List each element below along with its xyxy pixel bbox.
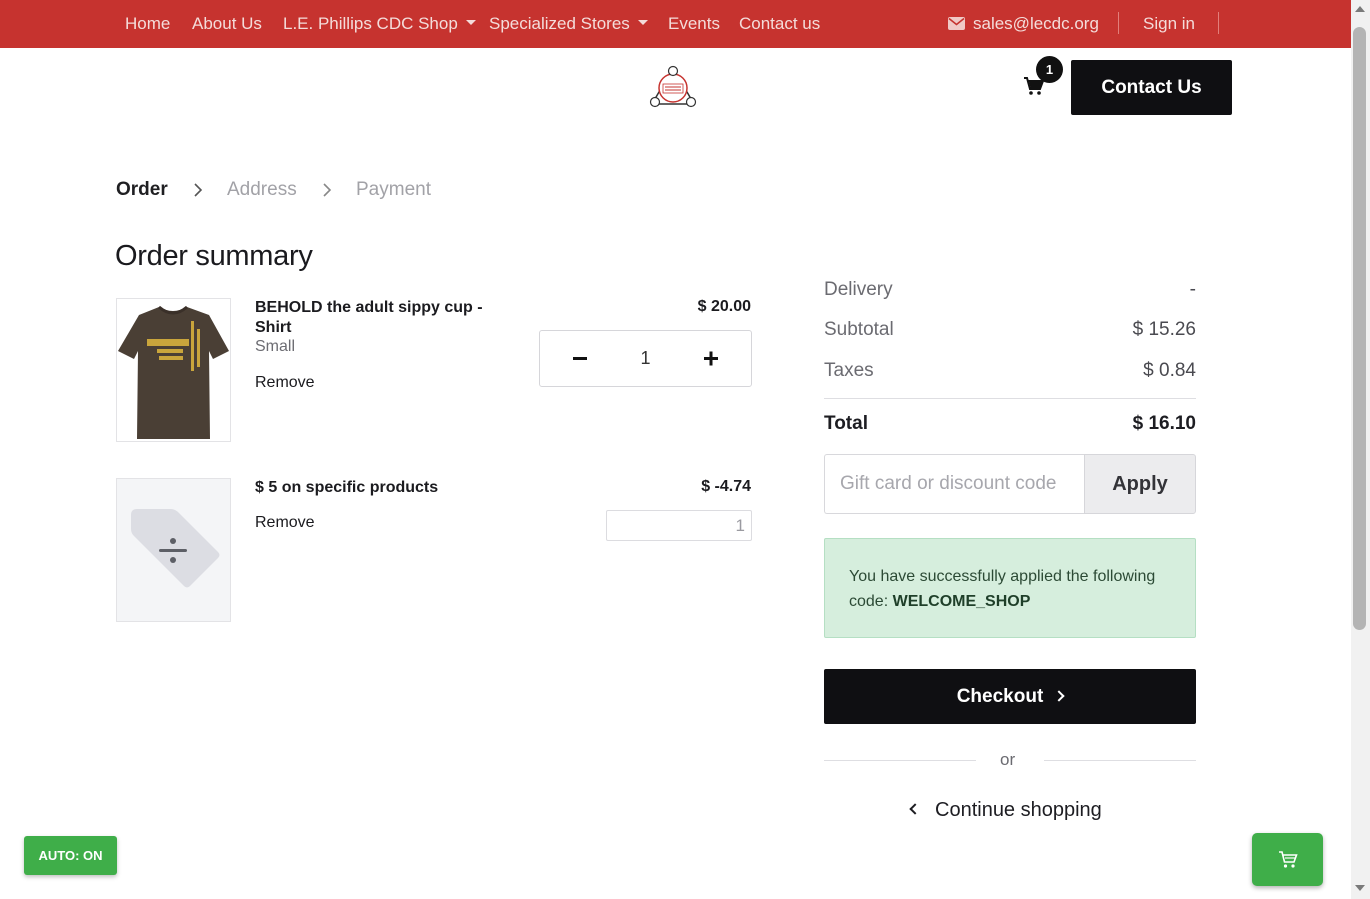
product-variant: Small	[255, 338, 296, 355]
nav-specialized-stores[interactable]: Specialized Stores	[489, 13, 648, 35]
nav-cdc-shop[interactable]: L.E. Phillips CDC Shop	[283, 13, 476, 35]
nav-divider	[1218, 12, 1219, 34]
floating-cart-button[interactable]	[1252, 833, 1323, 886]
caret-down-icon	[465, 20, 476, 25]
divider	[824, 398, 1196, 399]
promo-success-alert: You have successfully applied the follow…	[824, 538, 1196, 638]
item-price: $ 20.00	[697, 298, 751, 315]
scroll-down-arrow-icon[interactable]	[1355, 885, 1365, 891]
step-address[interactable]: Address	[227, 178, 297, 202]
auto-toggle-button[interactable]: AUTO: ON	[24, 836, 117, 875]
continue-shopping-label: Continue shopping	[935, 799, 1102, 821]
checkout-button[interactable]: Checkout	[824, 669, 1196, 724]
nav-divider	[1118, 12, 1119, 34]
nav-home[interactable]: Home	[125, 13, 170, 35]
step-order: Order	[116, 179, 168, 200]
contact-us-button[interactable]: Contact Us	[1071, 60, 1232, 115]
remove-discount-button[interactable]: Remove	[255, 514, 315, 532]
discount-image	[116, 478, 231, 622]
nav-contact-us[interactable]: Contact us	[739, 13, 820, 35]
discount-price: $ -4.74	[701, 478, 751, 495]
nav-specialized-stores-label: Specialized Stores	[489, 14, 630, 33]
scroll-up-arrow-icon[interactable]	[1355, 6, 1365, 12]
top-navbar: Home About Us L.E. Phillips CDC Shop Spe…	[0, 0, 1351, 48]
nav-about-us[interactable]: About Us	[192, 13, 262, 35]
delivery-label: Delivery	[824, 279, 893, 300]
plus-icon[interactable]	[681, 331, 741, 386]
or-separator: or	[1000, 750, 1016, 769]
delivery-value: -	[1189, 279, 1196, 300]
chevron-left-icon	[909, 803, 921, 815]
divider	[824, 760, 976, 761]
quantity-input[interactable]	[610, 345, 681, 372]
chevron-right-icon	[1053, 690, 1065, 702]
continue-shopping-link[interactable]: Continue shopping	[909, 799, 1102, 822]
promo-code-input[interactable]	[824, 454, 1085, 514]
subtotal-value: $ 15.26	[1132, 319, 1196, 340]
chevron-right-icon	[323, 183, 332, 197]
cart-count-badge: 1	[1036, 56, 1063, 83]
product-image[interactable]	[116, 298, 231, 442]
discount-quantity: 1	[606, 510, 752, 541]
sign-in-link[interactable]: Sign in	[1143, 13, 1195, 35]
scrollbar-thumb[interactable]	[1353, 27, 1366, 630]
taxes-label: Taxes	[824, 360, 874, 381]
chevron-right-icon	[194, 183, 203, 197]
caret-down-icon	[637, 20, 648, 25]
step-payment[interactable]: Payment	[356, 178, 431, 202]
nav-events[interactable]: Events	[668, 13, 720, 35]
discount-tag-icon	[131, 509, 220, 588]
envelope-icon	[948, 17, 965, 30]
quantity-stepper	[539, 330, 752, 387]
apply-button[interactable]: Apply	[1084, 454, 1196, 514]
minus-icon[interactable]	[550, 331, 610, 386]
remove-item-button[interactable]: Remove	[255, 374, 315, 392]
cdc-logo-icon[interactable]	[648, 64, 698, 110]
checkout-label: Checkout	[956, 686, 1044, 707]
taxes-value: $ 0.84	[1143, 360, 1196, 381]
nav-cdc-shop-label: L.E. Phillips CDC Shop	[283, 14, 458, 33]
divider	[1044, 760, 1196, 761]
total-label: Total	[824, 413, 868, 434]
order-summary-title: Order summary	[115, 240, 313, 272]
total-value: $ 16.10	[1132, 413, 1196, 434]
shopping-cart-icon	[1279, 851, 1298, 868]
subtotal-label: Subtotal	[824, 319, 894, 340]
product-name[interactable]: BEHOLD the adult sippy cup - Shirt	[255, 298, 495, 338]
email-link[interactable]: sales@lecdc.org	[973, 13, 1099, 35]
discount-name: $ 5 on specific products	[255, 479, 439, 496]
promo-code: WELCOME_SHOP	[892, 593, 1031, 610]
tshirt-image	[118, 305, 229, 439]
